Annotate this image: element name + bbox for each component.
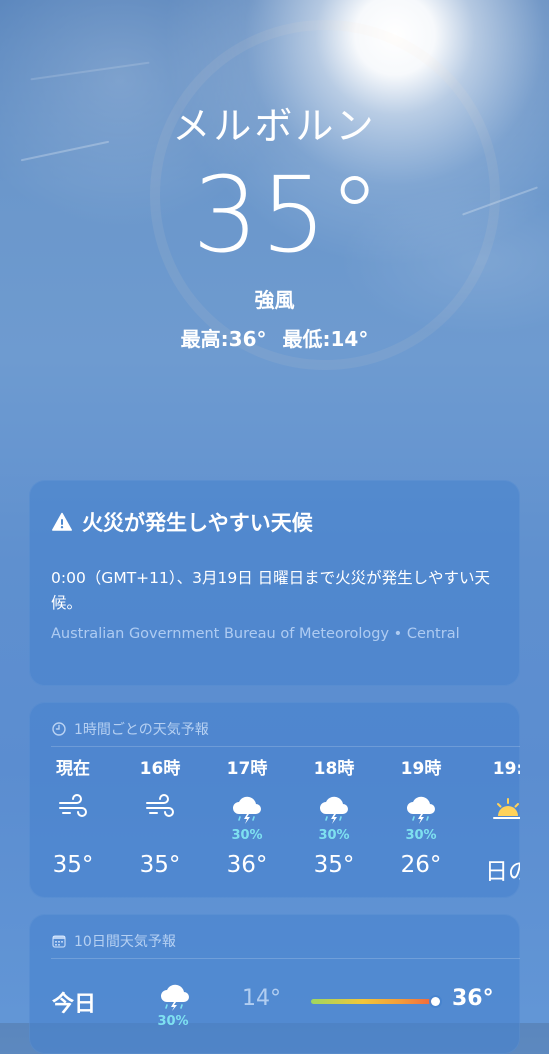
warning-icon bbox=[52, 512, 72, 532]
hour-column[interactable]: 17時 30% 36° bbox=[202, 758, 292, 878]
hour-temperature: 26° bbox=[400, 852, 442, 878]
current-weather-summary: メルボルン 35° 強風 最高:36° 最低:14° bbox=[0, 100, 549, 352]
thunderstorm-icon bbox=[202, 794, 292, 828]
hourly-forecast-card[interactable]: 1時間ごとの天気予報 現在 35° 16時 35° 17時 30% 36° 18時 30% 35°… bbox=[29, 702, 520, 898]
precipitation-chance bbox=[29, 828, 118, 844]
current-temperature-marker bbox=[431, 997, 440, 1006]
day-name: 今日 bbox=[52, 992, 97, 1017]
precipitation-chance bbox=[115, 828, 205, 844]
high-low-temperature: 最高:36° 最低:14° bbox=[0, 323, 549, 352]
weather-alert-card[interactable]: 火災が発生しやすい天候 0:00（GMT+11）、3月19日 日曜日まで火災が発… bbox=[29, 480, 520, 686]
temperature-range-bar bbox=[311, 999, 440, 1004]
section-divider bbox=[51, 958, 520, 959]
city-name: メルボルン bbox=[172, 104, 377, 148]
hour-column[interactable]: 18時 30% 35° bbox=[289, 758, 379, 878]
hour-column[interactable]: 16時 35° bbox=[115, 758, 205, 878]
ten-day-forecast-header: 10日間天気予報 bbox=[52, 931, 176, 951]
hour-column[interactable]: 19時 30% 26° bbox=[376, 758, 466, 878]
precipitation-chance: 30% bbox=[157, 1014, 189, 1029]
current-temperature: 35° bbox=[192, 154, 383, 276]
hour-temperature: 35° bbox=[313, 852, 355, 878]
high-temperature: 最高:36° bbox=[180, 327, 267, 351]
ten-day-forecast-title: 10日間天気予報 bbox=[74, 934, 176, 950]
hour-temperature: 36° bbox=[226, 852, 268, 878]
daily-row[interactable]: 今日 30% 14° 36° bbox=[29, 984, 520, 1029]
alert-source[interactable]: Australian Government Bureau of Meteorol… bbox=[51, 622, 511, 646]
weather-condition: 強風 bbox=[254, 288, 295, 312]
hour-temperature: 35° bbox=[52, 852, 94, 878]
precipitation-chance: 30% bbox=[318, 828, 350, 843]
precipitation-chance: 30% bbox=[405, 828, 437, 843]
cloud-streak bbox=[30, 61, 150, 81]
alert-title: 火災が発生しやすい天候 bbox=[82, 511, 313, 535]
wind-icon bbox=[115, 794, 205, 828]
alert-description: 0:00（GMT+11）、3月19日 日曜日まで火災が発生しやすい天候。 bbox=[51, 569, 490, 612]
hour-temperature: 35° bbox=[139, 852, 181, 878]
thunderstorm-icon bbox=[157, 982, 193, 1016]
hour-temperature: 日の bbox=[485, 859, 520, 885]
hour-label: 19時 bbox=[400, 759, 442, 779]
precipitation-chance: 30% bbox=[231, 828, 263, 843]
calendar-icon bbox=[52, 934, 66, 948]
hour-label: 18時 bbox=[313, 759, 355, 779]
sunset-icon bbox=[463, 794, 520, 828]
hour-label: 現在 bbox=[56, 759, 90, 779]
hour-column[interactable]: 現在 35° bbox=[29, 758, 118, 878]
low-temperature: 最低:14° bbox=[282, 327, 369, 351]
hour-label: 17時 bbox=[226, 759, 268, 779]
daily-low: 14° bbox=[242, 986, 281, 1011]
wind-icon bbox=[29, 794, 118, 828]
alert-title-row: 火災が発生しやすい天候 bbox=[52, 507, 313, 537]
ten-day-forecast-card[interactable]: 10日間天気予報 今日 30% 14° 36° bbox=[29, 914, 520, 1054]
hour-label: 19: bbox=[492, 759, 520, 779]
thunderstorm-icon bbox=[376, 794, 466, 828]
thunderstorm-icon bbox=[289, 794, 379, 828]
hourly-forecast-list[interactable]: 現在 35° 16時 35° 17時 30% 36° 18時 30% 35° 19時 30% 26° 19… bbox=[29, 702, 520, 898]
daily-high: 36° bbox=[452, 986, 494, 1011]
hour-column[interactable]: 19: 日の bbox=[463, 758, 520, 886]
hour-label: 16時 bbox=[139, 759, 181, 779]
precipitation-chance bbox=[463, 828, 520, 844]
